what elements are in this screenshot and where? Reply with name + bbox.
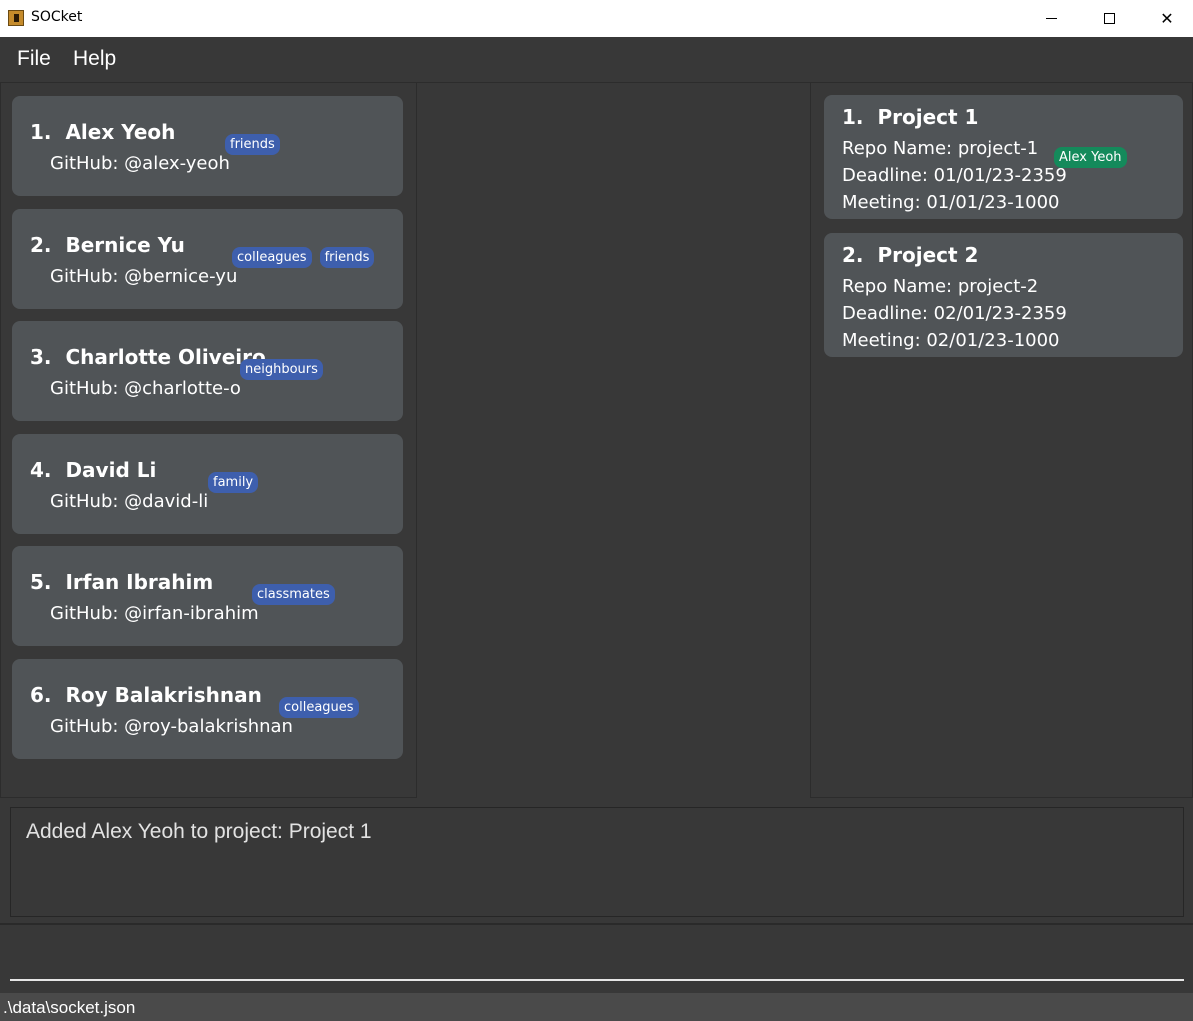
project-repo: Repo Name: project-1 bbox=[842, 138, 1039, 159]
person-github: GitHub: @david-li bbox=[50, 491, 209, 512]
person-github: GitHub: @alex-yeoh bbox=[50, 153, 230, 174]
result-message: Added Alex Yeoh to project: Project 1 bbox=[26, 820, 372, 843]
tag-badge: neighbours bbox=[240, 359, 323, 380]
project-card[interactable]: 2. Project 2 Repo Name: project-2 Deadli… bbox=[824, 233, 1183, 357]
project-meeting: Meeting: 01/01/23-1000 bbox=[842, 192, 1060, 213]
person-card[interactable]: 5. Irfan Ibrahim GitHub: @irfan-ibrahim … bbox=[12, 546, 403, 646]
person-name: 5. Irfan Ibrahim bbox=[30, 570, 214, 594]
person-tags: friends bbox=[225, 134, 280, 155]
project-card[interactable]: 1. Project 1 Repo Name: project-1 Deadli… bbox=[824, 95, 1183, 219]
tag-badge: family bbox=[208, 472, 259, 493]
person-tags: colleagues bbox=[279, 697, 359, 718]
tag-badge: friends bbox=[319, 247, 375, 268]
person-tags: classmates bbox=[252, 584, 335, 605]
close-button[interactable]: ✕ bbox=[1138, 0, 1193, 37]
person-tags: colleagues friends bbox=[232, 247, 375, 268]
project-deadline: Deadline: 02/01/23-2359 bbox=[842, 303, 1067, 324]
project-meeting: Meeting: 02/01/23-1000 bbox=[842, 330, 1060, 351]
app-icon bbox=[8, 10, 24, 26]
project-name: 1. Project 1 bbox=[842, 105, 979, 129]
person-card[interactable]: 6. Roy Balakrishnan GitHub: @roy-balakri… bbox=[12, 659, 403, 759]
status-bar: .\data\socket.json bbox=[0, 993, 1193, 1021]
person-name: 6. Roy Balakrishnan bbox=[30, 683, 262, 707]
tag-badge: colleagues bbox=[279, 697, 359, 718]
person-tags: neighbours bbox=[240, 359, 323, 380]
person-card[interactable]: 1. Alex Yeoh GitHub: @alex-yeoh friends bbox=[12, 96, 403, 196]
person-github: GitHub: @irfan-ibrahim bbox=[50, 603, 259, 624]
close-icon: ✕ bbox=[1160, 9, 1174, 28]
window-titlebar: SOCket ✕ bbox=[0, 0, 1193, 37]
maximize-icon bbox=[1103, 13, 1115, 24]
person-github: GitHub: @charlotte-o bbox=[50, 378, 241, 399]
tag-badge: friends bbox=[225, 134, 280, 155]
person-card[interactable]: 4. David Li GitHub: @david-li family bbox=[12, 434, 403, 534]
project-name: 2. Project 2 bbox=[842, 243, 979, 267]
person-name: 2. Bernice Yu bbox=[30, 233, 185, 257]
person-github: GitHub: @bernice-yu bbox=[50, 266, 238, 287]
window-title: SOCket bbox=[31, 9, 83, 25]
person-card[interactable]: 2. Bernice Yu GitHub: @bernice-yu collea… bbox=[12, 209, 403, 309]
menu-file[interactable]: File bbox=[17, 47, 51, 71]
project-repo: Repo Name: project-2 bbox=[842, 276, 1039, 297]
member-badge: Alex Yeoh bbox=[1054, 147, 1127, 168]
person-name: 3. Charlotte Oliveiro bbox=[30, 345, 266, 369]
tag-badge: colleagues bbox=[232, 247, 312, 268]
command-box bbox=[0, 925, 1193, 989]
minimize-icon bbox=[1045, 18, 1057, 19]
tag-badge: classmates bbox=[252, 584, 335, 605]
minimize-button[interactable] bbox=[1022, 0, 1080, 37]
menu-bar: File Help bbox=[0, 37, 1193, 81]
person-github: GitHub: @roy-balakrishnan bbox=[50, 716, 293, 737]
maximize-button[interactable] bbox=[1080, 0, 1138, 37]
save-location: .\data\socket.json bbox=[3, 998, 136, 1017]
menu-help[interactable]: Help bbox=[73, 47, 116, 71]
middle-panel bbox=[417, 82, 810, 798]
person-name: 4. David Li bbox=[30, 458, 157, 482]
person-tags: family bbox=[208, 472, 259, 493]
person-card[interactable]: 3. Charlotte Oliveiro GitHub: @charlotte… bbox=[12, 321, 403, 421]
result-display: Added Alex Yeoh to project: Project 1 bbox=[10, 807, 1184, 917]
command-input[interactable] bbox=[10, 925, 1184, 981]
project-deadline: Deadline: 01/01/23-2359 bbox=[842, 165, 1067, 186]
person-name: 1. Alex Yeoh bbox=[30, 120, 176, 144]
